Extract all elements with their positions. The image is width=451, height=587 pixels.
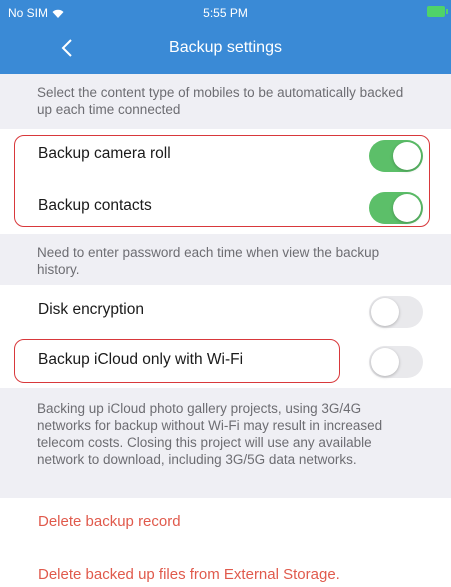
row-label: Backup iCloud only with Wi-Fi xyxy=(38,351,244,368)
password-note: Need to enter password each time when vi… xyxy=(0,234,451,286)
auto-backup-note: Select the content type of mobiles to be… xyxy=(0,74,451,130)
row-icloud-wifi-only: Backup iCloud only with Wi-Fi xyxy=(0,335,451,387)
camera-roll-toggle[interactable] xyxy=(369,140,423,172)
row-label: Disk encryption xyxy=(38,301,144,318)
row-backup-camera-roll: Backup camera roll xyxy=(0,129,451,181)
row-disk-encryption: Disk encryption xyxy=(0,285,451,337)
icloud-wifi-toggle[interactable] xyxy=(369,346,423,378)
navigation-bar: Backup settings xyxy=(0,26,451,74)
battery-icon xyxy=(427,6,448,17)
contacts-toggle[interactable] xyxy=(369,192,423,224)
disk-encryption-toggle[interactable] xyxy=(369,296,423,328)
password-note-text: Need to enter password each time when vi… xyxy=(37,245,380,277)
row-label: Backup contacts xyxy=(38,197,152,214)
status-time: 5:55 PM xyxy=(203,6,248,20)
delete-external-files-button[interactable]: Delete backed up files from External Sto… xyxy=(38,566,340,583)
delete-backup-record-button[interactable]: Delete backup record xyxy=(38,513,181,530)
row-label: Backup camera roll xyxy=(38,145,171,162)
page-title: Backup settings xyxy=(169,39,282,56)
toggle-knob xyxy=(371,298,399,326)
toggle-knob xyxy=(371,348,399,376)
toggle-knob xyxy=(393,142,421,170)
icloud-note: Backing up iCloud photo gallery projects… xyxy=(0,388,451,498)
auto-backup-note-text: Select the content type of mobiles to be… xyxy=(37,85,404,117)
icloud-note-text: Backing up iCloud photo gallery projects… xyxy=(37,401,383,467)
toggle-knob xyxy=(393,194,421,222)
status-bar: No SIM 5:55 PM xyxy=(0,0,451,26)
row-backup-contacts: Backup contacts xyxy=(0,181,451,233)
